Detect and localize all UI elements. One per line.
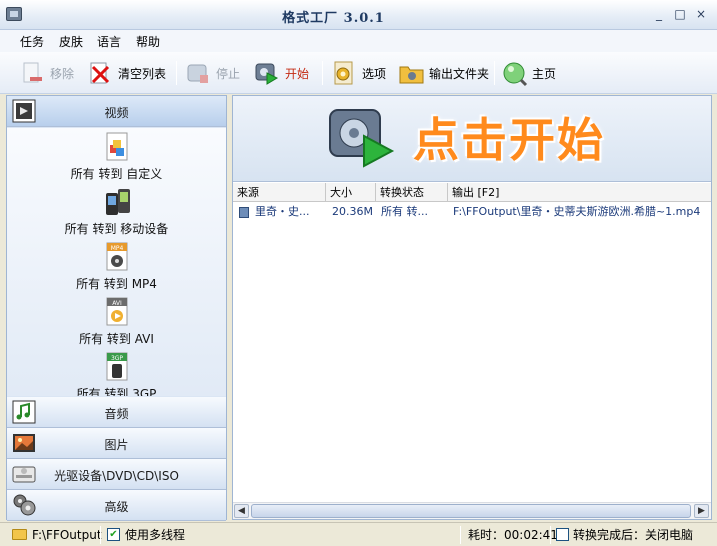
folder-icon[interactable]: [12, 529, 27, 540]
output-path: F:\FFOutput: [32, 528, 102, 542]
clear-list-label: 清空列表: [118, 66, 167, 81]
options-button[interactable]: 选项: [332, 58, 386, 88]
column-header-source[interactable]: 来源: [233, 183, 326, 202]
task-panel: 点击开始 来源 大小 转换状态 输出 [F2] 里奇・史... 20.36M 所…: [232, 95, 712, 520]
category-disc-label: 光驱设备\DVD\CD\ISO: [54, 469, 179, 483]
list-item[interactable]: MP4 所有 转到 MP4: [7, 242, 226, 292]
toolbar-separator: [494, 61, 495, 85]
list-item[interactable]: 3GP 所有 转到 3GP: [7, 352, 226, 396]
output-folder-button[interactable]: 输出文件夹: [399, 58, 489, 88]
cell-status: 所有 转...: [381, 205, 428, 218]
3gp-icon: 3GP: [104, 352, 130, 382]
status-separator: [550, 526, 551, 544]
toolbar-separator: [322, 61, 323, 85]
category-picture-label: 图片: [104, 438, 129, 452]
avi-icon: AVI: [104, 297, 130, 327]
category-video-label: 视频: [104, 106, 129, 120]
start-button[interactable]: 开始: [255, 58, 309, 88]
close-button[interactable]: ×: [694, 7, 708, 21]
column-header-status[interactable]: 转换状态: [376, 183, 448, 202]
list-item[interactable]: 所有 转到 自定义: [7, 132, 226, 182]
format-badge: 3GP: [110, 355, 122, 362]
toolbar: 移除 清空列表 停止 开始 选项 输出文件夹 主页: [0, 52, 717, 94]
clear-list-icon: [88, 61, 112, 85]
folder-icon: [399, 61, 424, 85]
start-banner[interactable]: 点击开始: [233, 96, 711, 182]
status-bar: F:\FFOutput ✔ 使用多线程 耗时：00:02:41 转换完成后：关闭…: [0, 522, 717, 546]
list-item[interactable]: AVI 所有 转到 AVI: [7, 297, 226, 347]
start-conversion-icon: [328, 102, 396, 170]
maximize-button[interactable]: □: [673, 7, 687, 21]
mobile-device-icon: [104, 187, 130, 217]
status-separator: [100, 526, 101, 544]
banner-text: 点击开始: [413, 113, 605, 167]
cell-source: 里奇・史...: [255, 205, 310, 218]
category-video[interactable]: 视频: [7, 96, 226, 127]
stop-button[interactable]: 停止: [186, 58, 240, 88]
multithread-checkbox[interactable]: ✔: [107, 528, 120, 541]
remove-label: 移除: [50, 66, 75, 81]
home-button[interactable]: 主页: [502, 58, 556, 88]
category-sidebar: 视频 所有 转到 自定义 所有 转到 移动设备 MP4 所有 转到 MP4 AV…: [6, 95, 227, 521]
scroll-right-button[interactable]: ▶: [694, 504, 709, 518]
category-advanced-label: 高级: [104, 500, 129, 514]
custom-format-icon: [104, 132, 130, 162]
elapsed-time: 耗时：00:02:41: [468, 528, 558, 542]
after-convert-label: 转换完成后：关闭电脑: [573, 528, 694, 542]
format-badge: MP4: [110, 245, 123, 252]
gear-icon: [332, 61, 356, 85]
video-item-label: 所有 转到 自定义: [70, 167, 163, 181]
remove-button[interactable]: 移除: [20, 58, 74, 88]
stop-icon: [186, 61, 210, 85]
video-file-icon: [239, 207, 249, 218]
after-convert-checkbox[interactable]: [556, 528, 569, 541]
status-separator: [460, 526, 461, 544]
category-audio[interactable]: 音频: [7, 397, 226, 428]
horizontal-scrollbar[interactable]: ◀ ▶: [233, 502, 711, 519]
category-picture[interactable]: 图片: [7, 428, 226, 459]
minimize-button[interactable]: _: [652, 7, 666, 21]
scroll-left-button[interactable]: ◀: [234, 504, 249, 518]
column-header-output[interactable]: 输出 [F2]: [448, 183, 711, 202]
stop-label: 停止: [216, 66, 241, 81]
window-title: 格式工厂 3.0.1: [282, 11, 385, 26]
format-badge: AVI: [112, 300, 122, 307]
video-format-list: 所有 转到 自定义 所有 转到 移动设备 MP4 所有 转到 MP4 AVI 所…: [7, 128, 226, 396]
video-item-label: 所有 转到 MP4: [76, 277, 157, 291]
column-header-size[interactable]: 大小: [326, 183, 376, 202]
output-folder-label: 输出文件夹: [429, 66, 490, 81]
list-item[interactable]: 所有 转到 移动设备: [7, 187, 226, 237]
cell-output: F:\FFOutput\里奇・史蒂夫斯游欧洲.希腊~1.mp4: [453, 205, 701, 218]
title-bar: 格式工厂 3.0.1 _ □ ×: [0, 0, 717, 30]
table-row[interactable]: 里奇・史... 20.36M 所有 转... F:\FFOutput\里奇・史蒂…: [233, 203, 711, 221]
remove-icon: [20, 61, 44, 85]
video-item-label: 所有 转到 移动设备: [64, 222, 169, 236]
start-label: 开始: [285, 66, 310, 81]
menu-skin[interactable]: 皮肤: [59, 33, 83, 50]
cell-size: 20.36M: [332, 205, 373, 218]
menu-bar: 任务 皮肤 语言 帮助: [0, 30, 717, 52]
menu-help[interactable]: 帮助: [136, 33, 160, 50]
category-disc[interactable]: 光驱设备\DVD\CD\ISO: [7, 459, 226, 490]
mp4-icon: MP4: [104, 242, 130, 272]
toolbar-separator: [176, 61, 177, 85]
video-item-label: 所有 转到 AVI: [79, 332, 154, 346]
video-item-label: 所有 转到 3GP: [76, 387, 157, 396]
clear-list-button[interactable]: 清空列表: [88, 58, 166, 88]
category-advanced[interactable]: 高级: [7, 490, 226, 521]
globe-icon: [502, 61, 528, 87]
start-icon: [255, 61, 279, 85]
scrollbar-thumb[interactable]: [251, 504, 691, 518]
task-table-header: 来源 大小 转换状态 输出 [F2]: [233, 183, 711, 202]
multithread-label: 使用多线程: [125, 528, 186, 542]
menu-task[interactable]: 任务: [20, 33, 44, 50]
options-label: 选项: [362, 66, 387, 81]
menu-language[interactable]: 语言: [97, 33, 121, 50]
category-audio-label: 音频: [104, 407, 129, 421]
home-label: 主页: [532, 66, 557, 81]
